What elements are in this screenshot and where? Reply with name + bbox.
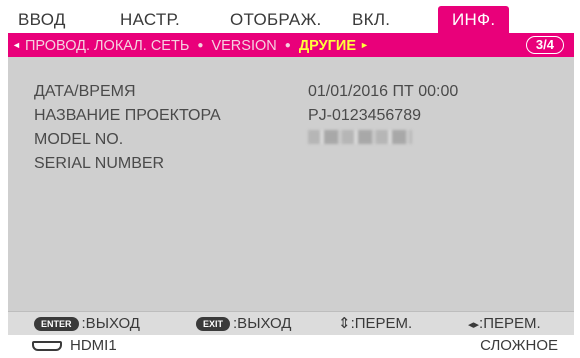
leftright-action-label: :ПЕРЕМ. xyxy=(479,315,541,332)
input-source-label: HDMI1 xyxy=(70,337,117,354)
projector-name-label: НАЗВАНИЕ ПРОЕКТОРА xyxy=(34,107,221,124)
updown-arrows-icon: ⇕ xyxy=(338,315,351,332)
separator-icon: ● xyxy=(284,40,291,51)
updown-action-label: :ПЕРЕМ. xyxy=(350,315,413,332)
projector-name-value: PJ-0123456789 xyxy=(308,107,421,124)
subtab-others[interactable]: ДРУГИЕ xyxy=(299,38,356,54)
tab-setup[interactable]: НАСТР. xyxy=(120,6,180,33)
hdmi-icon xyxy=(32,341,62,351)
exit-hint: EXIT:ВЫХОД xyxy=(196,312,291,335)
enter-key-icon: ENTER xyxy=(34,317,79,331)
date-time-value: 01/01/2016 ПТ 00:00 xyxy=(308,83,459,100)
leftright-arrows-icon: ◂▸ xyxy=(468,319,480,331)
model-no-value-redacted xyxy=(308,130,412,144)
tab-info[interactable]: ИНФ. xyxy=(438,6,510,33)
info-panel: ДАТА/ВРЕМЯ 01/01/2016 ПТ 00:00 НАЗВАНИЕ … xyxy=(8,57,574,311)
separator-icon: ● xyxy=(197,40,204,51)
leftright-hint: ◂▸:ПЕРЕМ. xyxy=(468,312,541,335)
right-arrow-icon[interactable]: ► xyxy=(360,40,369,50)
tab-on[interactable]: ВКЛ. xyxy=(352,6,390,33)
status-bar: HDMI1 СЛОЖНОЕ xyxy=(8,335,574,357)
enter-action-label: :ВЫХОД xyxy=(81,315,140,332)
serial-number-label: SERIAL NUMBER xyxy=(34,155,165,172)
subtab-version[interactable]: VERSION xyxy=(211,38,276,54)
tab-display[interactable]: ОТОБРАЖ. xyxy=(230,6,322,33)
updown-hint: ⇕:ПЕРЕМ. xyxy=(338,312,412,335)
tab-input[interactable]: ВВОД xyxy=(18,6,66,33)
exit-action-label: :ВЫХОД xyxy=(233,315,292,332)
menu-mode-label: СЛОЖНОЕ xyxy=(480,337,558,354)
subtab-bar: ◄ ПРОВОД. ЛОКАЛ. СЕТЬ ● VERSION ● ДРУГИЕ… xyxy=(8,33,574,57)
page-indicator: 3/4 xyxy=(525,36,564,54)
model-no-label: MODEL NO. xyxy=(34,131,124,148)
enter-hint: ENTER:ВЫХОД xyxy=(34,312,140,335)
exit-key-icon: EXIT xyxy=(196,317,231,331)
footer-hint-bar: ENTER:ВЫХОД EXIT:ВЫХОД ⇕:ПЕРЕМ. ◂▸:ПЕРЕМ… xyxy=(8,311,574,335)
left-arrow-icon[interactable]: ◄ xyxy=(12,40,21,50)
main-tab-bar: ВВОД НАСТР. ОТОБРАЖ. ВКЛ. ИНФ. xyxy=(8,6,574,33)
subtab-wired-lan[interactable]: ПРОВОД. ЛОКАЛ. СЕТЬ xyxy=(25,38,189,54)
date-time-label: ДАТА/ВРЕМЯ xyxy=(34,83,136,100)
